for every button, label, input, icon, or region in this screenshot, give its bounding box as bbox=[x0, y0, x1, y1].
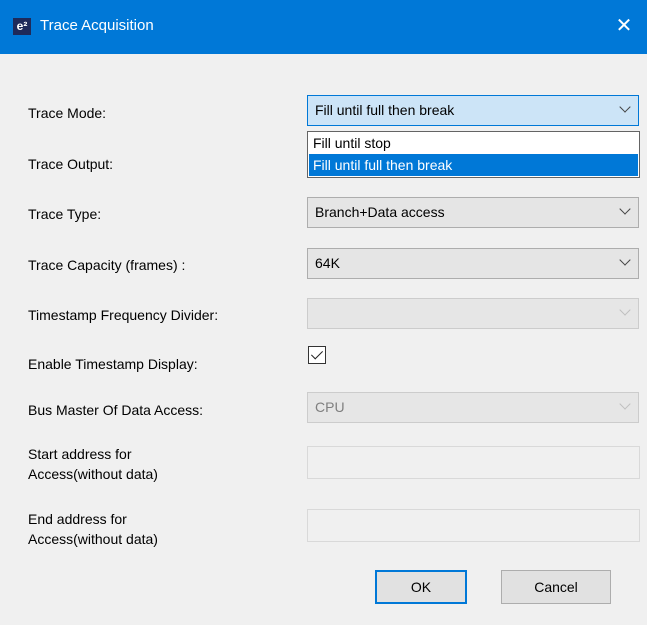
trace-mode-value: Fill until full then break bbox=[315, 102, 455, 118]
end-address-input bbox=[307, 509, 640, 542]
start-address-input bbox=[307, 446, 640, 479]
trace-mode-label: Trace Mode: bbox=[28, 105, 107, 121]
enable-timestamp-checkbox[interactable] bbox=[308, 346, 326, 364]
bus-master-label: Bus Master Of Data Access: bbox=[28, 402, 204, 418]
trace-capacity-select[interactable]: 64K bbox=[307, 248, 639, 279]
end-address-label-line1: End address for bbox=[28, 511, 127, 527]
bus-master-value: CPU bbox=[315, 399, 345, 415]
end-address-label-line2: Access(without data) bbox=[28, 531, 158, 547]
timestamp-divider-select bbox=[307, 298, 639, 329]
chevron-down-icon bbox=[619, 254, 631, 266]
cancel-button[interactable]: Cancel bbox=[501, 570, 611, 604]
enable-timestamp-label: Enable Timestamp Display: bbox=[28, 356, 198, 372]
start-address-label-line1: Start address for bbox=[28, 446, 132, 462]
trace-mode-select[interactable]: Fill until full then break bbox=[307, 95, 639, 126]
trace-mode-dropdown-list: Fill until stop Fill until full then bre… bbox=[307, 131, 640, 178]
close-button[interactable]: ✕ bbox=[607, 10, 641, 42]
bus-master-select: CPU bbox=[307, 392, 639, 423]
chevron-down-icon bbox=[619, 101, 631, 113]
start-address-label-line2: Access(without data) bbox=[28, 466, 158, 482]
chevron-down-icon bbox=[619, 203, 631, 215]
trace-capacity-value: 64K bbox=[315, 255, 340, 271]
checkmark-icon bbox=[310, 347, 324, 360]
title-bar: e² Trace Acquisition ✕ bbox=[0, 0, 647, 54]
dropdown-option-fill-until-stop[interactable]: Fill until stop bbox=[309, 132, 638, 154]
ok-button[interactable]: OK bbox=[375, 570, 467, 604]
timestamp-divider-label: Timestamp Frequency Divider: bbox=[28, 307, 219, 323]
window-title: Trace Acquisition bbox=[40, 17, 154, 34]
chevron-down-icon bbox=[619, 304, 631, 316]
trace-type-label: Trace Type: bbox=[28, 206, 102, 222]
trace-output-label: Trace Output: bbox=[28, 156, 114, 172]
chevron-down-icon bbox=[619, 398, 631, 410]
dropdown-option-fill-until-full-then-break[interactable]: Fill until full then break bbox=[309, 154, 638, 176]
trace-capacity-label: Trace Capacity (frames) : bbox=[28, 257, 186, 273]
trace-type-value: Branch+Data access bbox=[315, 204, 445, 220]
trace-type-select[interactable]: Branch+Data access bbox=[307, 197, 639, 228]
app-logo-icon: e² bbox=[13, 18, 31, 35]
